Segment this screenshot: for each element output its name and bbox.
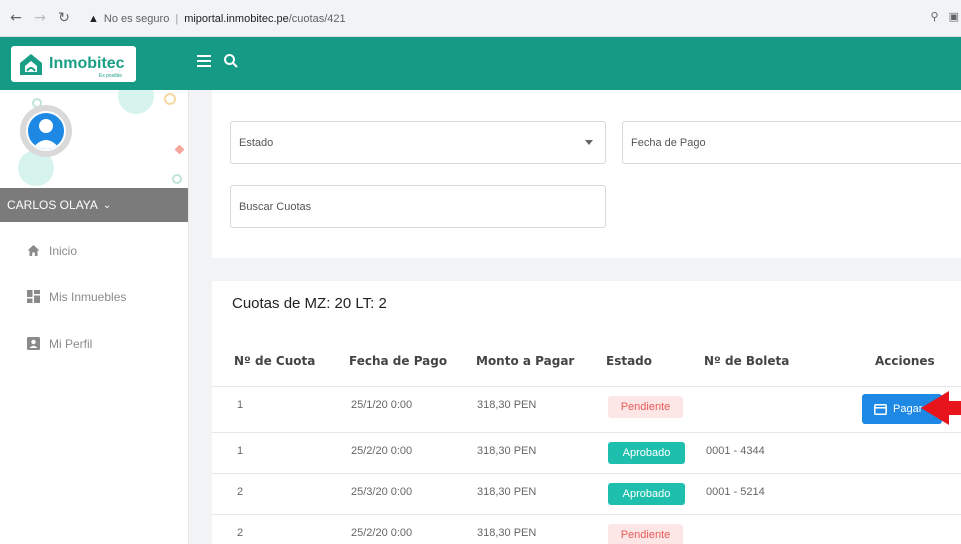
sidebar-item-mis-inmuebles[interactable]: Mis Inmuebles <box>0 282 188 312</box>
fecha-pago: 25/1/20 0:00 <box>351 399 413 411</box>
pagar-label: Pagar <box>893 403 923 415</box>
translate-icon[interactable]: ▣ <box>949 10 959 23</box>
monto-pagar: 318,30 PEN <box>477 527 537 539</box>
app-header: Inmobitec Es posible <box>0 37 961 90</box>
column-header: Fecha de Pago <box>349 354 448 368</box>
brand-name: Inmobitec <box>49 55 125 72</box>
house-logo-icon <box>20 54 42 75</box>
address-separator: | <box>175 13 179 25</box>
table-title: Cuotas de MZ: 20 LT: 2 <box>232 295 387 312</box>
chevron-down-icon: ⌄ <box>102 199 112 211</box>
browser-extensions: ⚲ ▣ <box>931 10 959 23</box>
credit-card-icon <box>874 403 887 415</box>
estado-label: Estado <box>239 136 274 149</box>
fecha-pago-label: Fecha de Pago <box>631 136 706 149</box>
fecha-pago: 25/2/20 0:00 <box>351 445 413 457</box>
user-avatar-icon <box>26 111 66 151</box>
sidebar: CARLOS OLAYA ⌄ Inicio Mis Inmuebles Mi P… <box>0 90 189 544</box>
buscar-cuotas-input[interactable]: Buscar Cuotas <box>230 185 606 228</box>
security-label: No es seguro <box>103 13 170 25</box>
column-header: Nº de Cuota <box>234 354 316 368</box>
url-path: /cuotas/421 <box>288 13 346 25</box>
grid-icon <box>27 290 40 303</box>
user-menu-toggle[interactable]: CARLOS OLAYA ⌄ <box>0 188 188 222</box>
fecha-pago: 25/3/20 0:00 <box>351 486 413 498</box>
url-host: miportal.inmobitec.pe <box>184 13 289 25</box>
fecha-pago: 25/2/20 0:00 <box>351 527 413 539</box>
arrow-left-icon[interactable]: ← <box>8 10 24 26</box>
brand-logo[interactable]: Inmobitec Es posible <box>11 46 136 82</box>
home-icon <box>27 245 40 256</box>
buscar-cuotas-label: Buscar Cuotas <box>239 200 312 213</box>
key-icon[interactable]: ⚲ <box>931 10 939 23</box>
status-badge: Aprobado <box>608 442 685 464</box>
sidebar-item-mi-perfil[interactable]: Mi Perfil <box>0 329 188 359</box>
brand-tagline: Es posible <box>98 73 122 79</box>
cuota-number: 2 <box>237 527 244 539</box>
column-header: Estado <box>606 354 653 368</box>
column-header: Nº de Boleta <box>704 354 790 368</box>
decorative-ring <box>172 174 182 184</box>
cuota-number: 1 <box>237 399 244 411</box>
fecha-pago-field[interactable]: Fecha de Pago <box>622 121 961 164</box>
monto-pagar: 318,30 PEN <box>477 486 537 498</box>
sidebar-item-label: Mi Perfil <box>49 337 93 351</box>
decorative-ring <box>164 93 176 105</box>
monto-pagar: 318,30 PEN <box>477 399 537 411</box>
column-header: Acciones <box>875 354 935 368</box>
caret-down-icon <box>585 140 593 145</box>
table-row: 2 25/2/20 0:00 318,30 PEN Pendiente <box>212 514 961 544</box>
avatar[interactable] <box>20 105 72 157</box>
estado-select[interactable]: Estado <box>230 121 606 164</box>
sidebar-item-label: Mis Inmuebles <box>49 290 127 304</box>
table-row: 1 25/1/20 0:00 318,30 PEN Pendiente Paga… <box>212 386 961 427</box>
user-name: CARLOS OLAYA <box>7 198 98 212</box>
reload-icon[interactable]: ↻ <box>56 10 72 26</box>
table-row: 1 25/2/20 0:00 318,30 PEN Aprobado 0001 … <box>212 432 961 473</box>
column-header: Monto a Pagar <box>476 354 575 368</box>
warning-icon: ▲ <box>88 13 99 25</box>
profile-header <box>0 90 188 194</box>
hamburger-menu-icon[interactable] <box>197 55 211 69</box>
cuota-number: 2 <box>237 486 244 498</box>
decorative-circle <box>118 90 154 114</box>
arrow-right-icon[interactable]: → <box>32 10 48 26</box>
cuota-number: 1 <box>237 445 244 457</box>
address-bar[interactable]: ▲ No es seguro | miportal.inmobitec.pe /… <box>88 8 888 30</box>
status-badge: Aprobado <box>608 483 685 505</box>
cuotas-table-card: Cuotas de MZ: 20 LT: 2 Nº de Cuota Fecha… <box>212 281 961 544</box>
boleta-number: 0001 - 5214 <box>706 486 765 498</box>
user-card-icon <box>27 337 40 350</box>
search-icon[interactable] <box>222 52 240 70</box>
boleta-number: 0001 - 4344 <box>706 445 765 457</box>
filters-panel: Estado Fecha de Pago Buscar Cuotas <box>212 90 961 258</box>
status-badge: Pendiente <box>608 396 683 418</box>
monto-pagar: 318,30 PEN <box>477 445 537 457</box>
sidebar-item-inicio[interactable]: Inicio <box>0 236 188 266</box>
status-badge: Pendiente <box>608 524 683 544</box>
table-row: 2 25/3/20 0:00 318,30 PEN Aprobado 0001 … <box>212 473 961 514</box>
red-arrow-annotation-icon <box>921 391 961 425</box>
decorative-diamond <box>174 144 185 155</box>
sidebar-item-label: Inicio <box>49 244 78 258</box>
browser-toolbar: ← → ↻ ▲ No es seguro | miportal.inmobite… <box>0 0 961 37</box>
